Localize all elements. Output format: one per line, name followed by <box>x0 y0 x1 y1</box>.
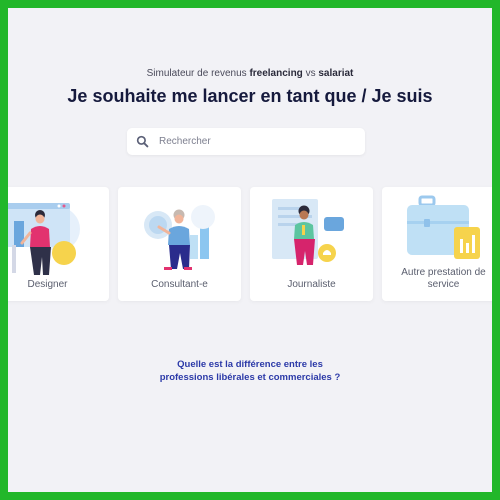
app-frame: Simulateur de revenus freelancing vs sal… <box>8 8 492 492</box>
briefcase-illustration <box>407 195 480 259</box>
page-title: Je souhaite me lancer en tant que / Je s… <box>67 86 433 106</box>
profession-card-consultant[interactable]: Consultant-e <box>118 187 241 301</box>
search-input[interactable] <box>159 136 349 147</box>
card-label-journalist: Journaliste <box>287 279 336 290</box>
search-icon <box>136 135 150 149</box>
subtitle-vs: vs <box>305 68 316 79</box>
journalist-illustration <box>272 199 344 265</box>
profession-card-journalist[interactable]: Journaliste <box>250 187 373 301</box>
link-line-1: Quelle est la différence entre les <box>177 359 323 370</box>
link-line-2: professions libérales et commerciales ? <box>159 372 341 383</box>
page-subtitle: Simulateur de revenus freelancing vs sal… <box>8 68 492 79</box>
search-bar[interactable] <box>127 128 365 155</box>
consultant-illustration <box>144 205 215 270</box>
subtitle-salariat: salariat <box>318 68 354 79</box>
card-label-consultant: Consultant-e <box>151 279 208 290</box>
card-label-other-service-line1: Autre prestation de <box>401 267 486 278</box>
subtitle-freelancing: freelancing <box>249 68 303 79</box>
subtitle-prefix: Simulateur de revenus <box>146 68 247 79</box>
professions-difference-link[interactable]: Quelle est la différence entre les profe… <box>8 358 492 384</box>
profession-card-designer[interactable]: Designer <box>8 187 109 301</box>
card-label-designer: Designer <box>27 279 68 290</box>
designer-illustration <box>8 203 80 275</box>
profession-card-other-service[interactable]: Autre prestation de service <box>382 187 492 301</box>
card-label-other-service-line2: service <box>427 279 460 290</box>
